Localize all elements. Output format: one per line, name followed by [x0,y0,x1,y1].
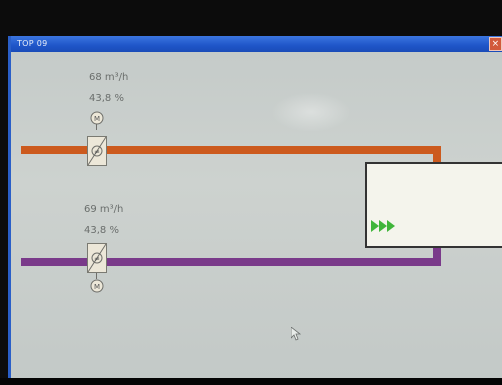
exhaust-flow-value: 69 m³/h [84,204,124,215]
screen-bezel-bottom [0,378,502,385]
exhaust-duct [21,258,441,266]
ventilation-canvas: 68 m³/h 43,8 % M ≠ 69 m³/h 43,8 % ≠ M [11,52,502,380]
supply-percent-value: 43,8 % [89,93,124,104]
close-button[interactable]: × [489,37,502,51]
title-bar[interactable]: TOP 09 × [11,36,502,52]
mouse-cursor-icon [291,327,301,341]
window-title: TOP 09 [17,39,48,48]
supply-damper[interactable]: ≠ [87,136,107,166]
motor-icon: M [90,111,104,125]
svg-text:M: M [94,115,100,123]
svg-text:≠: ≠ [94,148,100,156]
damper-icon: ≠ [87,136,107,166]
air-handling-unit-panel[interactable] [365,162,502,248]
svg-text:M: M [94,283,100,291]
svg-text:≠: ≠ [94,255,100,263]
motor-shaft [96,124,97,130]
supply-flow-value: 68 m³/h [89,72,129,83]
app-window: TOP 09 × 68 m³/h 43,8 % M ≠ 69 m³/h 43,8… [8,36,502,380]
exhaust-damper[interactable]: ≠ [87,243,107,273]
motor-icon: M [90,279,104,293]
triple-arrow-icon [371,220,395,232]
screen-glare [271,92,351,132]
damper-icon: ≠ [87,243,107,273]
exhaust-percent-value: 43,8 % [84,225,119,236]
supply-duct [21,146,441,154]
